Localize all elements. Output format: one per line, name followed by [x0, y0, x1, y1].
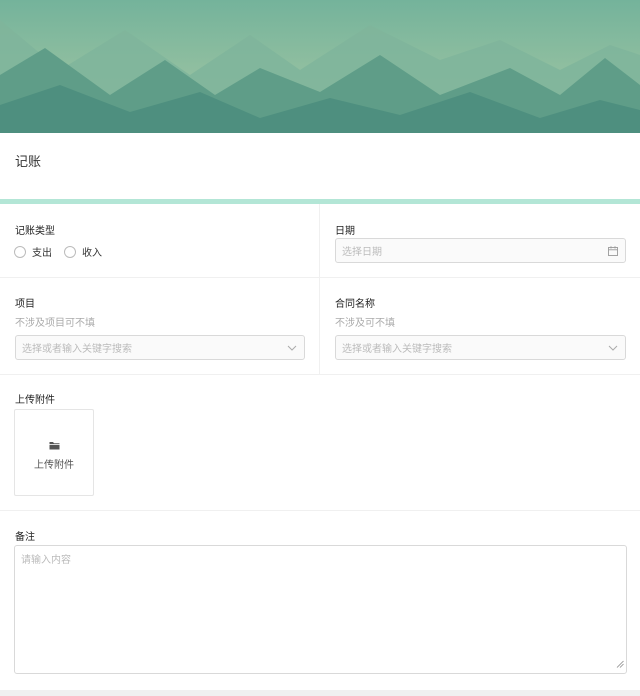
- project-select[interactable]: 选择或者输入关键字搜索: [15, 335, 305, 360]
- contract-label: 合同名称: [335, 299, 375, 310]
- radio-circle[interactable]: [64, 245, 76, 258]
- note-placeholder: 请输入内容: [21, 555, 71, 566]
- radio-option-expense[interactable]: 支出: [14, 244, 52, 259]
- calendar-icon[interactable]: [607, 245, 619, 257]
- resize-handle-icon[interactable]: [616, 660, 624, 671]
- radio-circle[interactable]: [14, 245, 26, 258]
- form-row-type-date: 记账类型 支出 收入 日期 选择日期: [0, 204, 640, 278]
- note-label: 备注: [15, 532, 35, 543]
- header-banner: [0, 0, 640, 133]
- radio-option-income[interactable]: 收入: [64, 244, 102, 259]
- folder-icon: [49, 440, 60, 453]
- type-label: 记账类型: [15, 226, 55, 237]
- upload-button-label: 上传附件: [34, 460, 74, 471]
- type-radio-group: 支出 收入: [14, 244, 114, 259]
- chevron-down-icon[interactable]: [286, 342, 298, 354]
- upload-attachment-button[interactable]: 上传附件: [14, 409, 94, 496]
- note-textarea[interactable]: 请输入内容: [14, 545, 627, 674]
- contract-placeholder: 选择或者输入关键字搜索: [342, 344, 452, 355]
- form-row-attachment: 上传附件: [0, 375, 640, 511]
- project-placeholder: 选择或者输入关键字搜索: [22, 344, 132, 355]
- form-row-project-contract: 项目 不涉及项目可不填 选择或者输入关键字搜索 合同名称 不涉及可不填 选择或者…: [0, 278, 640, 375]
- date-cell: 日期 选择日期: [320, 204, 640, 277]
- chevron-down-icon[interactable]: [607, 342, 619, 354]
- type-cell: 记账类型 支出 收入: [0, 204, 320, 277]
- form-title-bar: 记账: [0, 133, 640, 199]
- contract-select[interactable]: 选择或者输入关键字搜索: [335, 335, 626, 360]
- date-placeholder: 选择日期: [342, 247, 382, 258]
- page-title: 记账: [15, 155, 42, 170]
- project-label: 项目: [15, 299, 35, 310]
- project-cell: 项目 不涉及项目可不填 选择或者输入关键字搜索: [0, 278, 320, 374]
- mountain-banner-image: [0, 0, 640, 133]
- project-hint: 不涉及项目可不填: [15, 318, 95, 329]
- attachment-label: 上传附件: [15, 395, 55, 406]
- radio-label-expense: 支出: [32, 248, 52, 259]
- contract-hint: 不涉及可不填: [335, 318, 395, 329]
- date-label: 日期: [335, 226, 355, 237]
- contract-cell: 合同名称 不涉及可不填 选择或者输入关键字搜索: [320, 278, 640, 374]
- radio-label-income: 收入: [82, 248, 102, 259]
- date-picker-input[interactable]: 选择日期: [335, 238, 626, 263]
- bottom-divider: [0, 690, 640, 696]
